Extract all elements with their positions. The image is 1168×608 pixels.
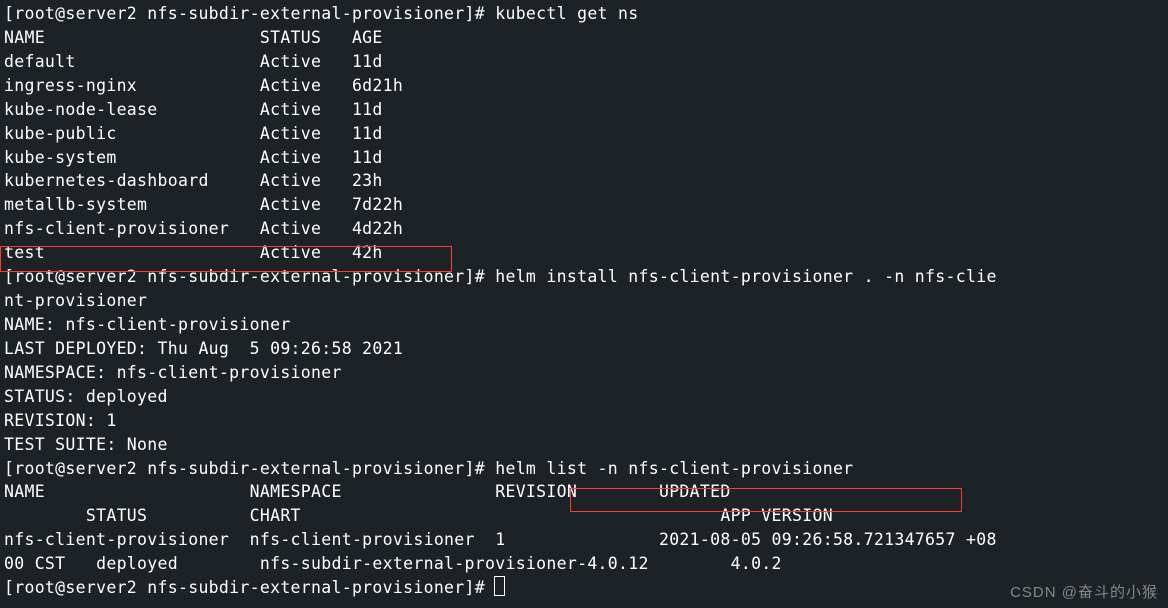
watermark: CSDN @奋斗的小猴 (1010, 582, 1158, 604)
cursor (495, 577, 504, 595)
terminal-output[interactable]: [root@server2 nfs-subdir-external-provis… (0, 0, 1168, 602)
